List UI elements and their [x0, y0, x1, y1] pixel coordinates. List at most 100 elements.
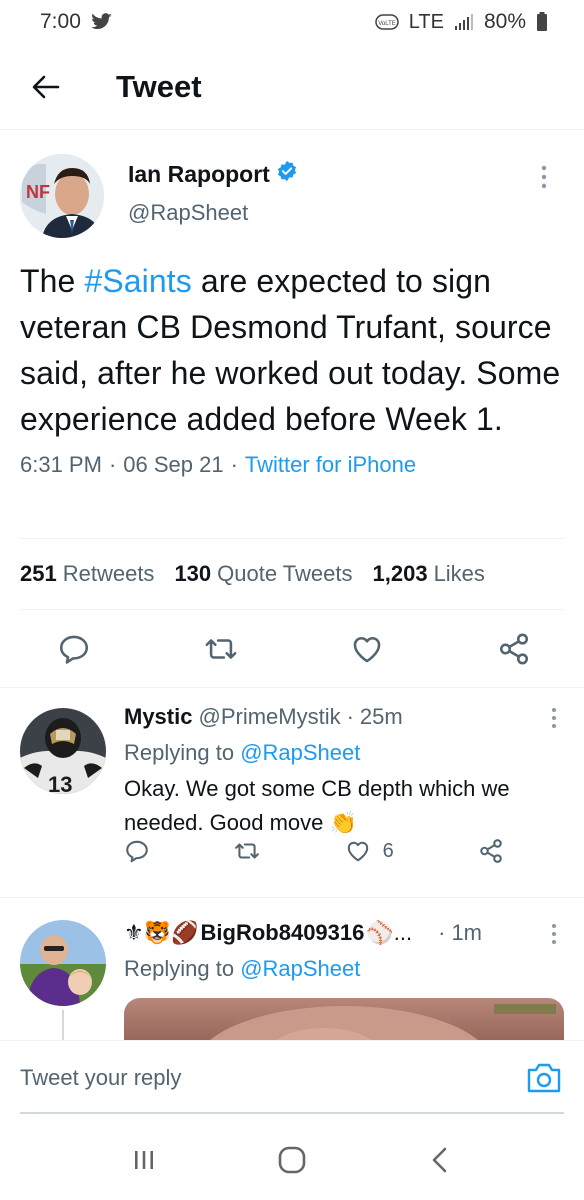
retweets-label: Retweets [62, 561, 155, 586]
reply-avatar[interactable] [20, 920, 106, 1006]
tweet-date: 06 Sep 21 [123, 452, 224, 477]
heart-icon [347, 841, 368, 862]
reply-like-count: 6 [382, 839, 394, 862]
share-icon [480, 839, 502, 863]
reply-input[interactable]: Tweet your reply [20, 1065, 524, 1091]
name-suffix: ⚾... [366, 920, 413, 945]
likes-label: Likes [433, 561, 485, 586]
reply-text: Okay. We got some CB depth which we need… [124, 772, 564, 840]
verified-badge-icon [276, 160, 298, 188]
reply-retweet-button[interactable] [234, 838, 260, 864]
tweet-source-link[interactable]: Twitter for iPhone [245, 452, 416, 478]
author-name: Ian Rapoport [128, 160, 270, 187]
reply-tweet[interactable]: 13 Mystic @PrimeMystik · 25m Replying to… [0, 688, 584, 898]
svg-text:13: 13 [48, 772, 72, 794]
author-handle[interactable]: @RapSheet [128, 200, 248, 226]
replying-to-prefix: Replying to [124, 740, 241, 765]
reply-time: 25m [359, 704, 403, 729]
reply-share-button[interactable] [478, 838, 504, 864]
main-tweet[interactable]: NF Ian Rapoport @RapSheet The #Saints ar… [0, 130, 584, 478]
replying-to-mention[interactable]: @RapSheet [240, 740, 360, 765]
recent-apps-button[interactable] [124, 1140, 164, 1180]
reply-author-name[interactable]: BigRob8409316 [201, 920, 365, 946]
network-label: LTE [408, 10, 444, 33]
reply-time: 1m [451, 920, 482, 945]
author-name-row[interactable]: Ian Rapoport [128, 160, 298, 188]
like-button[interactable] [349, 631, 385, 667]
retweet-icon [205, 638, 237, 659]
svg-text:NF: NF [26, 182, 50, 202]
author-avatar[interactable]: NF [20, 154, 104, 238]
quotes-label: Quote Tweets [217, 561, 353, 586]
back-button[interactable] [26, 67, 66, 107]
status-left: 7:00 [40, 10, 113, 34]
more-vertical-icon [552, 924, 556, 944]
tweet-time: 6:31 PM [20, 452, 102, 477]
arrow-left-icon [32, 75, 60, 98]
status-bar: 7:00 VoLTE LTE 80% [0, 0, 584, 44]
author-row: NF Ian Rapoport @RapSheet [20, 130, 564, 238]
battery-percent: 80% [483, 10, 526, 33]
tweet-text-before: The [20, 263, 85, 299]
replying-to-mention[interactable]: @RapSheet [240, 956, 360, 981]
reply-more-button[interactable] [544, 704, 564, 732]
reply-reply-button[interactable] [124, 838, 150, 864]
meta-separator: · [346, 704, 354, 729]
system-nav-bar [0, 1120, 584, 1200]
reply-more-button[interactable] [544, 920, 564, 948]
heart-icon [353, 636, 381, 662]
reply-icon [126, 840, 148, 863]
likes-count: 1,203 [372, 561, 428, 586]
more-vertical-icon [541, 165, 547, 189]
quotes-stat[interactable]: 130 Quote Tweets [174, 561, 352, 587]
reply-like-button[interactable]: 6 [345, 838, 394, 864]
tweet-text: The #Saints are expected to sign veteran… [20, 258, 564, 442]
likes-stat[interactable]: 1,203 Likes [373, 561, 485, 587]
retweet-icon [235, 843, 260, 859]
back-nav-button[interactable] [420, 1140, 460, 1180]
status-right: VoLTE LTE 80% [375, 10, 548, 34]
actions-row [0, 610, 584, 688]
reply-avatar[interactable]: 13 [20, 708, 106, 794]
share-icon [499, 633, 528, 664]
reply-header: Mystic @PrimeMystik · 25m [124, 704, 403, 730]
twitter-bird-icon [91, 13, 113, 31]
home-button[interactable] [272, 1140, 312, 1180]
retweets-stat[interactable]: 251 Retweets [20, 561, 154, 587]
camera-button[interactable] [524, 1058, 564, 1098]
meta-separator: · [108, 452, 117, 477]
svg-text:VoLTE: VoLTE [378, 21, 396, 27]
meta-separator: · [438, 920, 446, 945]
hashtag-link[interactable]: #Saints [84, 263, 191, 299]
name-emojis: ⚜🐯🏈 [124, 920, 199, 945]
battery-icon [536, 12, 548, 32]
signal-icon [454, 13, 474, 31]
compose-underline [20, 1112, 564, 1114]
app-header: Tweet [0, 44, 584, 130]
reply-icon [59, 635, 89, 664]
reply-text-body: Okay. We got some CB depth which we need… [124, 776, 510, 835]
replying-to-prefix: Replying to [124, 956, 241, 981]
chevron-left-icon [432, 1147, 447, 1173]
tweet-meta: 6:31 PM · 06 Sep 21 · Twitter for iPhone [20, 452, 564, 478]
status-time: 7:00 [40, 10, 81, 33]
replying-to: Replying to @RapSheet [124, 740, 360, 766]
more-options-button[interactable] [532, 162, 556, 192]
share-button[interactable] [496, 631, 532, 667]
replying-to: Replying to @RapSheet [124, 956, 360, 982]
camera-icon [527, 1063, 561, 1092]
recent-apps-icon [135, 1151, 153, 1169]
volte-icon: VoLTE [375, 12, 399, 32]
reply-button[interactable] [56, 631, 92, 667]
page-title: Tweet [116, 68, 202, 104]
more-vertical-icon [552, 708, 556, 728]
retweets-count: 251 [20, 561, 57, 586]
meta-separator: · [230, 452, 238, 477]
reply-actions: 6 [124, 838, 504, 864]
compose-bar: Tweet your reply [0, 1040, 584, 1114]
retweet-button[interactable] [203, 631, 239, 667]
reply-author-name[interactable]: Mystic [124, 704, 192, 730]
reply-tweet[interactable]: ⚜🐯🏈 BigRob8409316 ⚾... · 1m Replying to … [0, 898, 584, 1048]
reply-header: ⚜🐯🏈 BigRob8409316 ⚾... · 1m [124, 920, 482, 946]
reply-author-handle[interactable]: @PrimeMystik [198, 704, 340, 730]
